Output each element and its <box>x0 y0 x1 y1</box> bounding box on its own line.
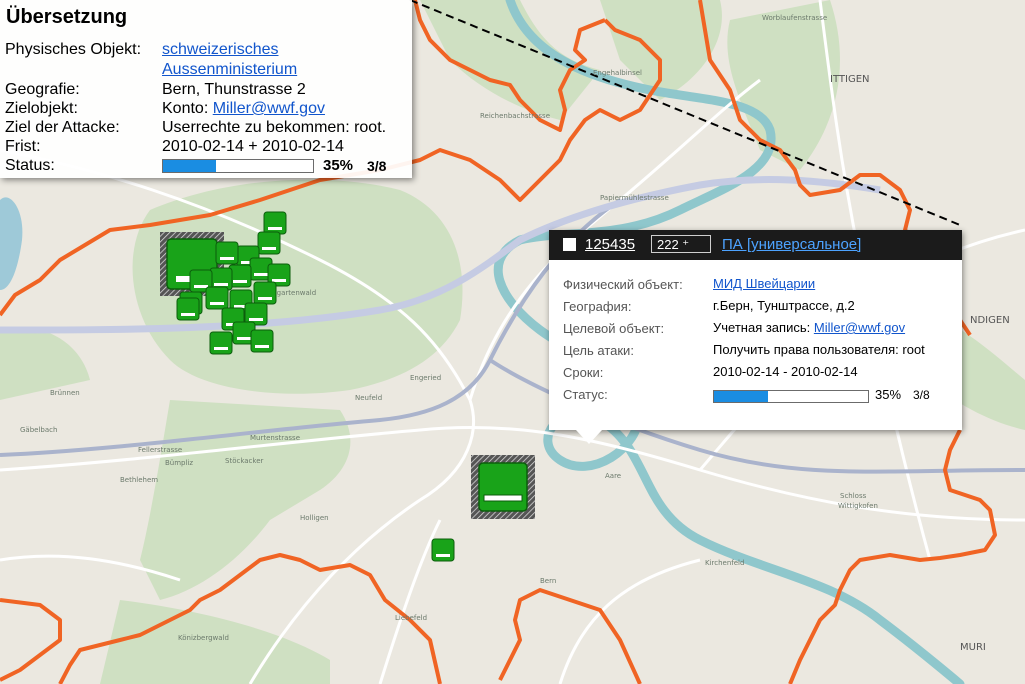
label-bruennen: Brünnen <box>50 389 80 397</box>
popup-phys-label: Физический объект: <box>563 277 683 292</box>
label-wittigkofen: Wittigkofen <box>838 502 878 510</box>
label-reichenbach: Reichenbachstrasse <box>480 112 550 120</box>
target-info-popup: 125435 222 ⁺ ПА [универсальное] Физическ… <box>549 230 962 444</box>
popup-progress-fill <box>714 391 768 402</box>
label-worblaufen: Worblaufenstrasse <box>762 14 827 22</box>
popup-target-link[interactable]: Miller@wwf.gov <box>814 320 905 335</box>
physical-object-link[interactable]: schweizerisches <box>162 40 278 59</box>
target-id-link[interactable]: 125435 <box>585 236 635 253</box>
deadline-value: 2010-02-14 + 2010-02-14 <box>162 138 344 155</box>
physical-object-label: Physisches Objekt: <box>5 41 142 58</box>
status-label: Status: <box>5 157 55 174</box>
attack-goal-value: Userrechte zu bekommen: root. <box>162 119 387 136</box>
label-kirchenfeld: Kirchenfeld <box>705 559 744 567</box>
status-progress-bar <box>162 159 314 173</box>
label-fellerstrasse: Fellerstrasse <box>138 446 182 454</box>
node-marker[interactable] <box>257 231 281 255</box>
popup-phys-link[interactable]: МИД Швейцарии <box>713 276 815 291</box>
translation-panel: Übersetzung Physisches Objekt: schweizer… <box>0 0 412 178</box>
deadline-label: Frist: <box>5 138 41 155</box>
popup-target-value: Учетная запись: Miller@wwf.gov <box>713 320 905 335</box>
label-bethlehem: Bethlehem <box>120 476 158 484</box>
node-marker[interactable] <box>250 329 274 353</box>
node-marker[interactable] <box>263 211 287 235</box>
node-marker[interactable] <box>176 297 200 321</box>
label-holligen: Holligen <box>300 514 329 522</box>
label-papiermuehle: Papiermühlestrasse <box>600 194 669 202</box>
geography-label: Geografie: <box>5 81 80 98</box>
label-liebefeld: Liebefeld <box>395 614 427 622</box>
node-marker[interactable] <box>215 241 239 265</box>
popup-deadline-label: Сроки: <box>563 365 604 380</box>
physical-object-link-line2[interactable]: Aussenministerium <box>162 60 297 79</box>
node-marker[interactable] <box>205 286 229 310</box>
target-account-prefix: Konto: <box>162 100 209 117</box>
popup-status-label: Статус: <box>563 387 608 402</box>
popup-status-count: 3/8 <box>913 388 930 402</box>
popup-deadline-value: 2010-02-14 - 2010-02-14 <box>713 364 858 379</box>
popup-geo-value: г.Берн, Тунштрассе, д.2 <box>713 298 855 313</box>
popup-header: 125435 222 ⁺ ПА [универсальное] <box>549 230 962 260</box>
node-marker[interactable] <box>431 538 455 562</box>
label-stoeckacker: Stöckacker <box>225 457 263 465</box>
node-marker[interactable] <box>253 281 277 305</box>
target-account-link[interactable]: Miller@wwf.gov <box>213 100 325 117</box>
label-engeried: Engeried <box>410 374 441 382</box>
label-kuenizbergwald: Könizbergwald <box>178 634 229 642</box>
status-percent: 35% <box>323 157 354 174</box>
popup-goal-value: Получить права пользователя: root <box>713 342 925 357</box>
popup-target-prefix: Учетная запись: <box>713 320 811 335</box>
label-buempliz: Bümpliz <box>165 459 193 467</box>
popup-progress-bar <box>713 390 869 403</box>
label-bern: Bern <box>540 577 556 585</box>
popup-pointer <box>576 430 602 444</box>
label-aare: Aare <box>605 472 621 480</box>
label-schloss: Schloss <box>840 492 867 500</box>
type-link[interactable]: ПА [универсальное] <box>722 236 861 253</box>
target-node-marker[interactable] <box>471 455 535 519</box>
status-progress-fill <box>163 160 216 172</box>
label-ittigen: ITTIGEN <box>830 74 870 85</box>
popup-goal-label: Цель атаки: <box>563 343 634 358</box>
attack-goal-label: Ziel der Attacke: <box>5 119 120 136</box>
translation-title: Übersetzung <box>6 6 128 28</box>
label-muri: MURI <box>960 642 986 653</box>
node-marker[interactable] <box>209 331 233 355</box>
target-object-value: Konto: Miller@wwf.gov <box>162 99 325 118</box>
label-gaebelbach: Gäbelbach <box>20 426 57 434</box>
status-count: 3/8 <box>367 158 387 174</box>
geography-value: Bern, Thunstrasse 2 <box>162 81 306 98</box>
count-badge[interactable]: 222 ⁺ <box>651 235 711 253</box>
popup-status-percent: 35% <box>875 387 902 402</box>
select-checkbox[interactable] <box>563 238 576 251</box>
target-object-label: Zielobjekt: <box>5 100 78 117</box>
label-engehalbinsel: Engehalbinsel <box>593 69 642 77</box>
label-ndigen: NDIGEN <box>970 315 1010 326</box>
label-murtenstrasse: Murtenstrasse <box>250 434 300 442</box>
popup-target-label: Целевой объект: <box>563 321 665 336</box>
popup-geo-label: География: <box>563 299 632 314</box>
label-neufeld: Neufeld <box>355 394 382 402</box>
